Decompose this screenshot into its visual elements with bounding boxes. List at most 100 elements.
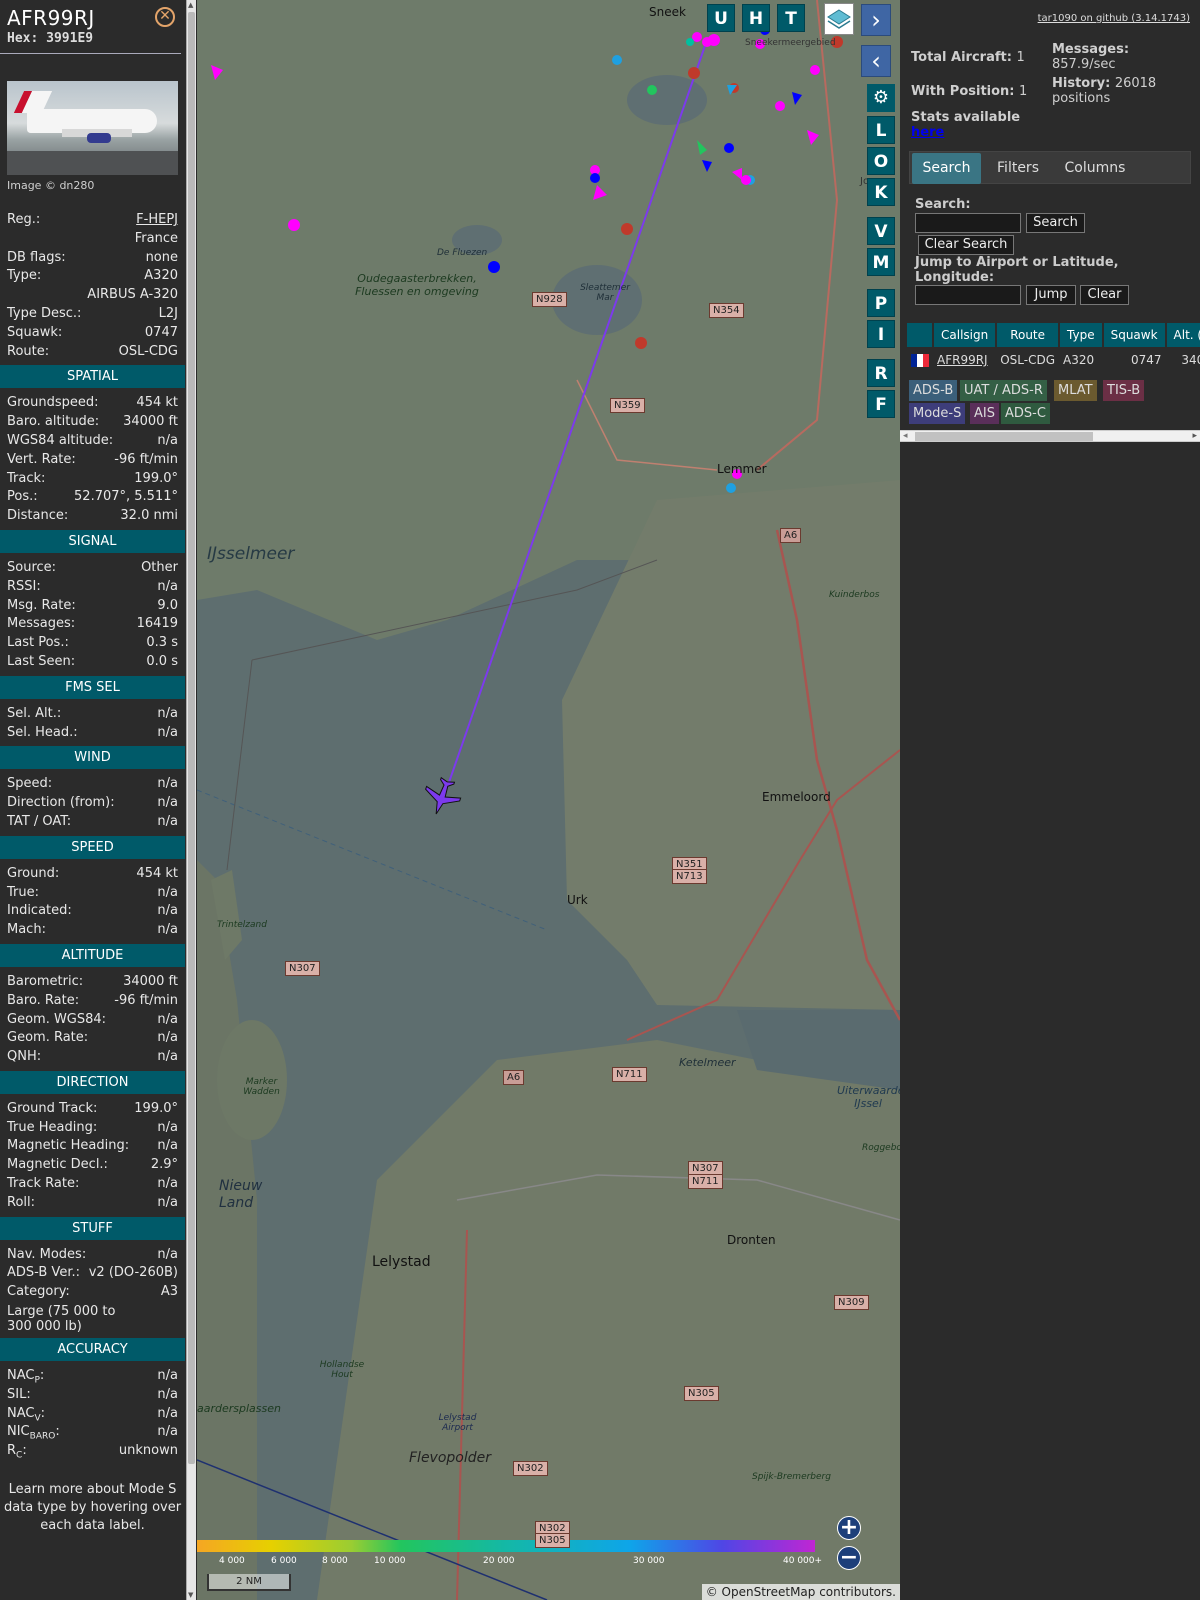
column-header-callsign[interactable]: Callsign <box>933 323 998 347</box>
road-sign: N309 <box>834 1295 869 1310</box>
layers-button[interactable] <box>824 3 854 35</box>
road-sign: N305 <box>684 1386 719 1401</box>
map-button-o[interactable]: O <box>867 147 895 175</box>
tab-search[interactable]: Search <box>912 153 981 184</box>
messages-label: Messages: <box>1052 42 1130 57</box>
map-button-t[interactable]: T <box>777 4 805 32</box>
map-button-k[interactable]: K <box>867 178 895 206</box>
layers-icon <box>827 9 851 29</box>
row-value: France <box>134 230 178 246</box>
flag-column-header[interactable] <box>907 323 934 347</box>
legend-item-ads-b[interactable]: ADS-B <box>909 380 958 401</box>
legend-item-mode-s[interactable]: Mode-S <box>909 403 966 424</box>
settings-gear-icon[interactable]: ⚙ <box>867 84 895 112</box>
section-header-stuff: STUFF <box>0 1216 185 1240</box>
map-button-i[interactable]: I <box>867 320 895 348</box>
row-label: DB flags: <box>7 249 66 265</box>
map-button-h[interactable]: H <box>742 4 770 32</box>
map-button-f[interactable]: F <box>867 390 895 418</box>
row-label: QNH: <box>7 1049 42 1065</box>
row-value: 32.0 nmi <box>120 508 178 524</box>
map-button-p[interactable]: P <box>867 289 895 317</box>
row-value: n/a <box>157 724 178 740</box>
altitude-tick-label: 10 000 <box>374 1556 406 1566</box>
row-label: Indicated: <box>7 903 72 919</box>
info-sections: SPATIAL Groundspeed: 454 kt Baro. altitude:… <box>0 365 185 1461</box>
info-row: True: n/a <box>7 884 178 903</box>
github-link[interactable]: tar1090 on github (3.14.1743) <box>1038 13 1190 24</box>
legend-item-mlat[interactable]: MLAT <box>1054 380 1097 401</box>
row-value: n/a <box>157 813 178 829</box>
map-button-r[interactable]: R <box>867 359 895 387</box>
tab-filters[interactable]: Filters <box>983 153 1053 184</box>
row-label: True: <box>7 884 39 900</box>
road-sign: N713 <box>672 869 707 884</box>
info-row: Last Seen: 0.0 s <box>7 653 178 672</box>
map-view[interactable]: IJsselmeer Ketelmeer Sneek Lemmer Emmelo… <box>197 0 900 1600</box>
column-header-altitude[interactable]: Alt. (ft) <box>1165 323 1200 347</box>
map-button-l[interactable]: L <box>867 116 895 144</box>
row-label: Route: <box>7 343 50 359</box>
row-value: n/a <box>157 903 178 919</box>
map-label-trintelzand: Trintelzand <box>217 920 267 930</box>
image-credit: Image © dn280 <box>7 179 95 192</box>
row-value[interactable]: F-HEPJ <box>136 211 178 230</box>
info-row: Category: A3 <box>7 1283 178 1302</box>
row-label: Last Pos.: <box>7 635 69 651</box>
column-header-type[interactable]: Type <box>1059 323 1104 347</box>
legend-item-ais[interactable]: AIS <box>970 403 999 424</box>
row-label: Geom. Rate: <box>7 1030 89 1046</box>
info-row: Track Rate: n/a <box>7 1175 178 1194</box>
map-attribution[interactable]: © OpenStreetMap contributors. <box>701 1584 900 1600</box>
aircraft-photo[interactable] <box>7 81 178 175</box>
search-button[interactable]: Search <box>1026 213 1085 233</box>
clear-search-button[interactable]: Clear Search <box>918 235 1014 255</box>
next-aircraft-button[interactable]: › <box>861 4 891 36</box>
zoom-in-button[interactable]: + <box>837 1516 861 1540</box>
info-row: Speed: n/a <box>7 775 178 794</box>
stats-link[interactable]: here <box>911 125 944 140</box>
row-label: RC: <box>7 1443 27 1461</box>
legend-item-tis-b[interactable]: TIS-B <box>1103 380 1145 401</box>
row-label: TAT / OAT: <box>7 813 72 829</box>
altitude-tick-label: 6 000 <box>271 1556 297 1566</box>
map-label-spijk-bremerberg: Spijk-Bremerberg <box>752 1472 831 1482</box>
search-input[interactable] <box>915 213 1021 233</box>
row-value: n/a <box>157 1119 178 1135</box>
info-row: Ground Track: 199.0° <box>7 1100 178 1119</box>
column-header-route[interactable]: Route <box>996 323 1061 347</box>
clear-button[interactable]: Clear <box>1080 285 1129 305</box>
jump-button[interactable]: Jump <box>1026 285 1076 305</box>
cell-callsign[interactable]: AFR99RJ <box>933 347 996 373</box>
hex-value: 3991E9 <box>46 31 94 46</box>
close-icon[interactable]: ✕ <box>155 7 175 27</box>
legend-item-ads-c[interactable]: ADS-C <box>1001 403 1050 424</box>
section-header-signal: SIGNAL <box>0 529 185 553</box>
legend-item-uat-ads-r[interactable]: UAT / ADS-R <box>960 380 1047 401</box>
map-label-nieuw-land: Nieuw Land <box>219 1178 263 1211</box>
altitude-tick-label: 40 000+ <box>783 1556 823 1566</box>
row-value: n/a <box>157 1194 178 1210</box>
map-button-m[interactable]: M <box>867 248 895 276</box>
table-row[interactable]: AFR99RJ OSL-CDG A320 0747 34000 <box>907 347 1200 373</box>
tab-columns[interactable]: Columns <box>1055 153 1135 184</box>
jump-input[interactable] <box>915 285 1021 305</box>
info-row: Indicated: n/a <box>7 902 178 921</box>
row-value: AIRBUS A-320 <box>87 287 178 303</box>
info-row: Source: Other <box>7 559 178 578</box>
column-header-squawk[interactable]: Squawk <box>1102 323 1167 347</box>
road-sign: N359 <box>610 398 645 413</box>
zoom-out-button[interactable]: − <box>837 1546 861 1570</box>
prev-aircraft-button[interactable]: ‹ <box>861 45 891 77</box>
row-value: n/a <box>157 1176 178 1192</box>
row-label: Mach: <box>7 922 46 938</box>
jump-label: Jump to Airport or Latitude, Longitude: <box>915 255 1119 285</box>
map-button-v[interactable]: V <box>867 217 895 245</box>
info-row: Type Desc.: L2J <box>7 305 178 324</box>
left-panel-scrollbar[interactable]: ▲ ▼ <box>186 0 196 1600</box>
map-button-u[interactable]: U <box>707 4 735 32</box>
table-horizontal-scrollbar[interactable]: ◂ ▸ <box>900 430 1200 442</box>
aircraft-marker[interactable] <box>419 774 465 820</box>
info-row: Magnetic Heading: n/a <box>7 1137 178 1156</box>
info-row: NACP: n/a <box>7 1367 178 1386</box>
